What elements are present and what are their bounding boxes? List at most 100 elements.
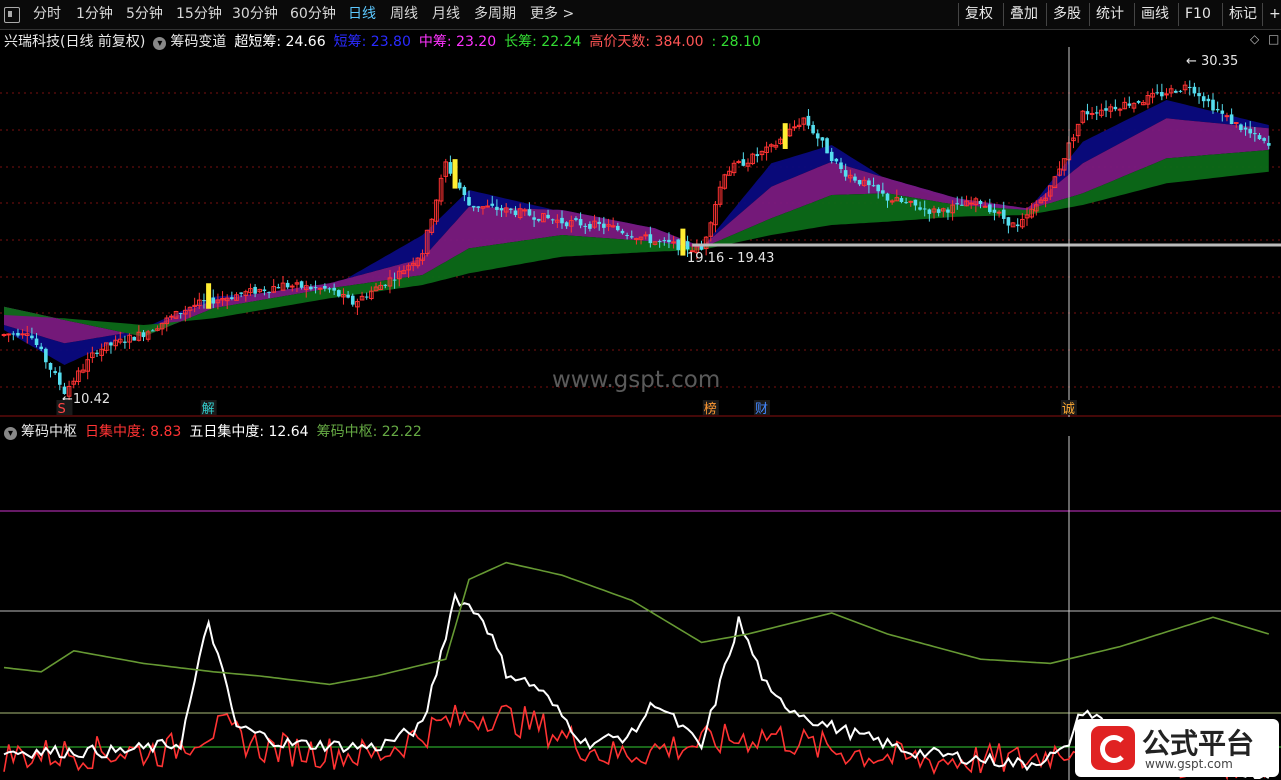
candle-body: [11, 333, 16, 335]
candle-body: [285, 282, 290, 288]
candle-body: [806, 115, 811, 126]
high-price-label: ← 30.35: [1186, 54, 1238, 69]
candle-body: [1197, 93, 1201, 97]
range-label: 19.16 - 19.43: [687, 251, 774, 266]
candle-body: [1001, 209, 1006, 219]
candle-body: [299, 281, 304, 288]
toolbar-button-0[interactable]: 复权: [958, 3, 999, 26]
tab-period-8[interactable]: 月线: [432, 0, 460, 29]
candle-body: [1239, 124, 1243, 130]
candle-body: [1220, 110, 1225, 114]
candle-body: [267, 291, 271, 293]
toolbar-button-3[interactable]: 统计: [1089, 3, 1130, 26]
candle-body: [825, 138, 829, 154]
candle-body: [262, 289, 267, 292]
candle-body: [996, 211, 1002, 214]
candle-body: [792, 126, 797, 129]
tab-period-7[interactable]: 周线: [390, 0, 418, 29]
toolbar-button-1[interactable]: 叠加: [1003, 3, 1044, 26]
candle-body: [536, 218, 541, 221]
candle-body: [1267, 143, 1271, 146]
candle-body: [574, 218, 578, 220]
toolbar-button-2[interactable]: 多股: [1046, 3, 1087, 26]
signal-candle: [680, 228, 686, 256]
signal-candle: [206, 283, 212, 309]
candle-body: [922, 208, 927, 210]
toolbar-button-7[interactable]: +自: [1262, 3, 1281, 26]
candle-body: [643, 234, 649, 237]
candle-body: [532, 217, 536, 220]
candle-body: [811, 124, 815, 134]
candle-body: [276, 287, 281, 289]
candle-body: [467, 197, 471, 206]
tab-period-1[interactable]: 1分钟: [76, 0, 113, 29]
candle-body: [564, 222, 569, 227]
tab-period-9[interactable]: 多周期: [474, 0, 516, 29]
candle-body: [936, 209, 941, 213]
candle-body: [202, 300, 206, 302]
event-marker-4[interactable]: 诚: [1062, 402, 1075, 417]
candle-body: [560, 217, 564, 224]
candle-body: [578, 219, 583, 226]
candle-body: [1178, 90, 1183, 92]
candle-body: [876, 184, 880, 192]
candle-body: [332, 287, 336, 291]
event-marker-3[interactable]: 财: [755, 402, 768, 417]
candle-body: [839, 162, 843, 170]
tab-period-4[interactable]: 30分钟: [232, 0, 278, 29]
tab-period-0[interactable]: 分时: [33, 0, 61, 29]
candle-body: [616, 225, 620, 231]
toolbar-button-5[interactable]: F10: [1178, 3, 1217, 26]
candle-body: [667, 239, 671, 243]
candle-body: [815, 133, 820, 139]
candle-body: [16, 332, 20, 336]
candle-body: [857, 180, 862, 185]
toolbar-button-4[interactable]: 画线: [1134, 3, 1175, 26]
candle-body: [982, 205, 988, 208]
candle-body: [657, 241, 662, 243]
candle-body: [927, 209, 932, 214]
candle-body: [30, 335, 34, 339]
candle-body: [20, 333, 25, 336]
event-marker-1[interactable]: 解: [202, 402, 215, 417]
candle-body: [834, 158, 839, 162]
candle-body: [676, 239, 681, 250]
candle-body: [978, 200, 983, 204]
candle-body: [918, 207, 922, 210]
tab-period-6[interactable]: 日线: [348, 0, 376, 29]
candle-body: [317, 287, 323, 290]
candle-body: [736, 161, 742, 164]
candle-body: [6, 333, 11, 336]
candle-body: [885, 193, 890, 201]
tab-period-3[interactable]: 15分钟: [176, 0, 222, 29]
candle-body: [843, 170, 848, 177]
logo-icon: [1091, 726, 1135, 770]
candle-body: [881, 190, 885, 194]
menu-icon[interactable]: [4, 7, 20, 23]
candle-body: [741, 159, 746, 166]
candle-body: [132, 336, 136, 341]
tab-period-2[interactable]: 5分钟: [126, 0, 163, 29]
candle-body: [899, 198, 904, 202]
toolbar-button-6[interactable]: 标记: [1222, 3, 1263, 26]
tab-period-5[interactable]: 60分钟: [290, 0, 336, 29]
candle-body: [239, 292, 243, 294]
candle-body: [1233, 122, 1239, 125]
logo: 公式平台 www.gspt.com: [1075, 719, 1279, 777]
candle-body: [992, 209, 997, 213]
candle-body: [392, 279, 397, 281]
tab-period-10[interactable]: 更多 >: [530, 0, 574, 29]
candle-body: [1174, 90, 1178, 93]
candle-body: [1229, 114, 1234, 125]
candle-body: [1187, 86, 1192, 88]
candle-body: [337, 290, 341, 297]
event-marker-0[interactable]: S: [57, 402, 65, 417]
candle-body: [364, 296, 369, 298]
price-chart[interactable]: 19.16 - 19.43←10.42← 30.35S 解榜财诚: [0, 29, 1281, 417]
event-marker-2[interactable]: 榜: [704, 401, 717, 417]
candle-body: [629, 236, 634, 238]
candle-body: [871, 185, 876, 187]
candle-body: [58, 372, 62, 385]
candle-body: [476, 206, 481, 208]
candle-body: [625, 235, 629, 237]
